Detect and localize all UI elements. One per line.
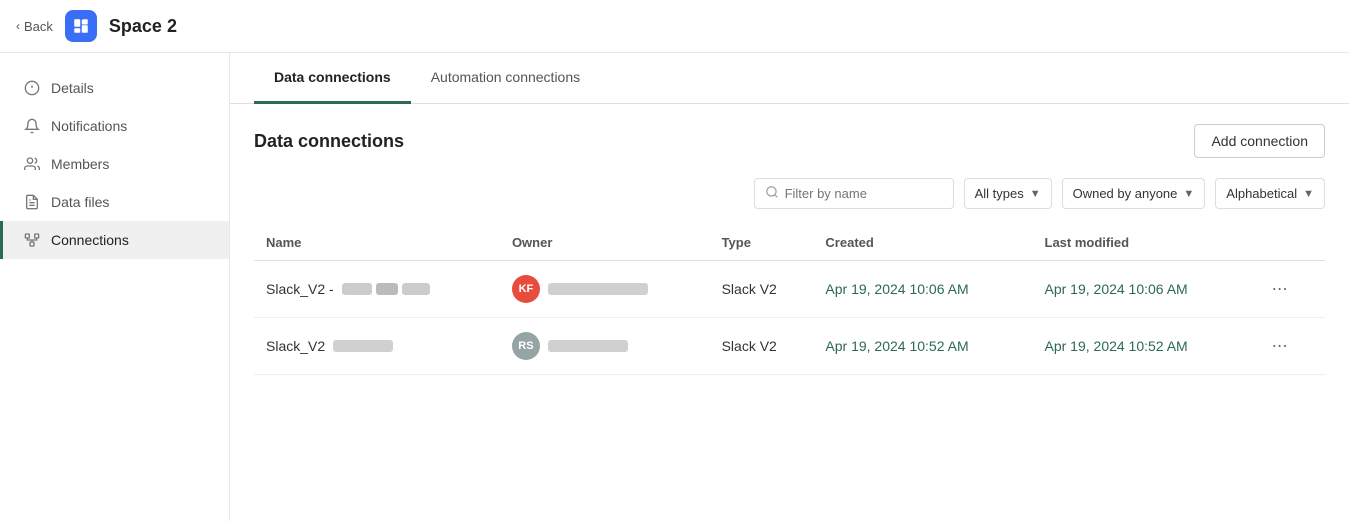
chevron-down-icon: ▼ <box>1183 188 1194 200</box>
owner-name-blurred <box>548 283 648 295</box>
sidebar-item-members[interactable]: Members <box>0 145 229 183</box>
search-icon <box>765 185 779 202</box>
filter-by-name-input-container[interactable] <box>754 178 954 209</box>
cell-last-modified-2: Apr 19, 2024 10:52 AM <box>1033 318 1252 375</box>
sidebar-item-notifications-label: Notifications <box>51 118 127 134</box>
type-filter-dropdown[interactable]: All types ▼ <box>964 178 1052 209</box>
sidebar-item-notifications[interactable]: Notifications <box>0 107 229 145</box>
space-title: Space 2 <box>109 16 177 37</box>
tabs-bar: Data connections Automation connections <box>230 53 1349 104</box>
more-actions-button[interactable]: ⋯ <box>1264 332 1296 360</box>
avatar: KF <box>512 275 540 303</box>
back-icon: ‹ <box>16 19 20 33</box>
add-connection-button[interactable]: Add connection <box>1194 124 1325 158</box>
bell-icon <box>23 117 41 135</box>
more-actions-button[interactable]: ⋯ <box>1264 275 1296 303</box>
col-header-actions <box>1252 225 1325 261</box>
file-icon <box>23 193 41 211</box>
col-header-name: Name <box>254 225 500 261</box>
sidebar-item-data-files[interactable]: Data files <box>0 183 229 221</box>
sidebar-item-details-label: Details <box>51 80 94 96</box>
circle-icon <box>23 79 41 97</box>
cell-type-1: Slack V2 <box>710 261 814 318</box>
cell-actions-2: ⋯ <box>1252 318 1325 375</box>
cell-created-1: Apr 19, 2024 10:06 AM <box>813 261 1032 318</box>
table-row: Slack_V2 RS <box>254 318 1325 375</box>
chevron-down-icon: ▼ <box>1303 188 1314 200</box>
sidebar-item-details[interactable]: Details <box>0 69 229 107</box>
table-row: Slack_V2 - <box>254 261 1325 318</box>
page-title: Data connections <box>254 131 404 152</box>
col-header-last-modified: Last modified <box>1033 225 1252 261</box>
filters-bar: All types ▼ Owned by anyone ▼ Alphabetic… <box>254 178 1325 209</box>
col-header-type: Type <box>710 225 814 261</box>
cell-owner-1: KF <box>500 261 710 318</box>
tab-data-connections[interactable]: Data connections <box>254 53 411 104</box>
owner-name-blurred <box>548 340 628 352</box>
back-button[interactable]: ‹ Back <box>16 19 53 34</box>
search-input[interactable] <box>785 186 943 201</box>
space-icon <box>65 10 97 42</box>
sidebar-item-data-files-label: Data files <box>51 194 109 210</box>
sidebar: Details Notifications <box>0 53 230 521</box>
col-header-owner: Owner <box>500 225 710 261</box>
avatar: RS <box>512 332 540 360</box>
tab-automation-connections[interactable]: Automation connections <box>411 53 600 104</box>
owner-filter-dropdown[interactable]: Owned by anyone ▼ <box>1062 178 1206 209</box>
cell-name-1: Slack_V2 - <box>254 261 500 318</box>
connections-icon <box>23 231 41 249</box>
people-icon <box>23 155 41 173</box>
cell-owner-2: RS <box>500 318 710 375</box>
sort-dropdown[interactable]: Alphabetical ▼ <box>1215 178 1325 209</box>
cell-actions-1: ⋯ <box>1252 261 1325 318</box>
sidebar-item-connections[interactable]: Connections <box>0 221 229 259</box>
back-label: Back <box>24 19 53 34</box>
main-content: Data connections Automation connections … <box>230 53 1349 521</box>
chevron-down-icon: ▼ <box>1030 188 1041 200</box>
sidebar-item-connections-label: Connections <box>51 232 129 248</box>
col-header-created: Created <box>813 225 1032 261</box>
cell-last-modified-1: Apr 19, 2024 10:06 AM <box>1033 261 1252 318</box>
sidebar-item-members-label: Members <box>51 156 109 172</box>
cell-created-2: Apr 19, 2024 10:52 AM <box>813 318 1032 375</box>
connections-table: Name Owner Type Created Last modified <box>254 225 1325 375</box>
cell-name-2: Slack_V2 <box>254 318 500 375</box>
cell-type-2: Slack V2 <box>710 318 814 375</box>
